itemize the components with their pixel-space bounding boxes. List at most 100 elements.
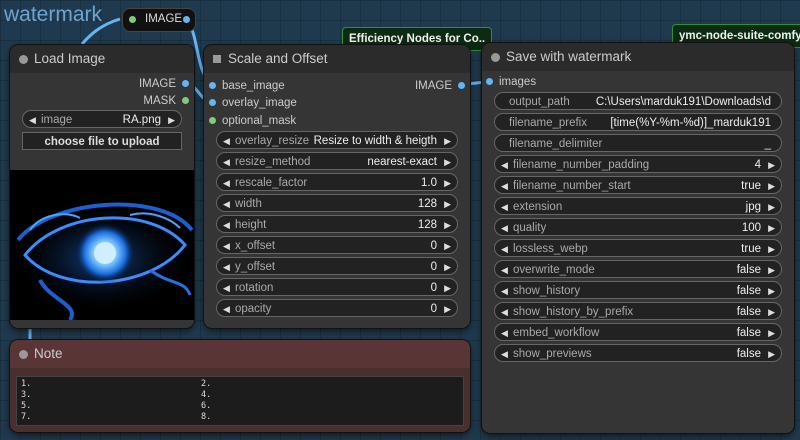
decrement-arrow-icon[interactable]: ◀	[501, 282, 508, 300]
x-offset-widget[interactable]: ◀ x_offset 0 ▶	[216, 236, 458, 254]
increment-arrow-icon[interactable]: ▶	[444, 279, 451, 297]
save-watermark-title-bar[interactable]: Save with watermark	[482, 43, 794, 71]
show-previews-widget[interactable]: ◀ show_previews false ▶	[494, 344, 782, 362]
output-image-slot[interactable]: IMAGE	[139, 77, 189, 91]
input-overlay-image-pin[interactable]	[209, 99, 216, 106]
decrement-arrow-icon[interactable]: ◀	[501, 324, 508, 342]
increment-arrow-icon[interactable]: ▶	[768, 324, 775, 342]
increment-arrow-icon[interactable]: ▶	[768, 240, 775, 258]
increment-arrow-icon[interactable]: ▶	[768, 261, 775, 279]
filename-number-padding-widget[interactable]: ◀ filename_number_padding 4 ▶	[494, 155, 782, 173]
group-title[interactable]: watermark	[4, 3, 102, 27]
increment-arrow-icon[interactable]: ▶	[768, 345, 775, 363]
node-title: Scale and Offset	[228, 51, 328, 66]
decrement-arrow-icon[interactable]: ◀	[223, 237, 230, 255]
decrement-arrow-icon[interactable]: ◀	[223, 153, 230, 171]
node-collapse-dot[interactable]	[19, 350, 28, 359]
decrement-arrow-icon[interactable]: ◀	[223, 132, 230, 150]
show-history-by-prefix-widget[interactable]: ◀ show_history_by_prefix false ▶	[494, 302, 782, 320]
increment-arrow-icon[interactable]: ▶	[768, 282, 775, 300]
increment-arrow-icon[interactable]: ▶	[768, 177, 775, 195]
increment-arrow-icon[interactable]: ▶	[444, 237, 451, 255]
image-preview	[10, 170, 194, 320]
quality-widget[interactable]: ◀ quality 100 ▶	[494, 218, 782, 236]
decrement-arrow-icon[interactable]: ◀	[223, 216, 230, 234]
decrement-arrow-icon[interactable]: ◀	[501, 198, 508, 216]
scale-offset-node[interactable]: Scale and Offset base_image overlay_imag…	[204, 45, 470, 328]
rotation-widget[interactable]: ◀ rotation 0 ▶	[216, 278, 458, 296]
decrement-arrow-icon[interactable]: ◀	[223, 195, 230, 213]
image-select-widget[interactable]: ◀ image RA.png ▶	[22, 110, 182, 128]
note-line: 5.	[21, 401, 32, 411]
decrement-arrow-icon[interactable]: ◀	[501, 261, 508, 279]
increment-arrow-icon[interactable]: ▶	[444, 216, 451, 234]
filename-prefix-field[interactable]: filename_prefix [time(%Y-%m-%d)]_marduk1…	[494, 113, 782, 131]
opacity-widget[interactable]: ◀ opacity 0 ▶	[216, 299, 458, 317]
show-history-widget[interactable]: ◀ show_history false ▶	[494, 281, 782, 299]
decrement-arrow-icon[interactable]: ◀	[29, 111, 36, 129]
increment-arrow-icon[interactable]: ▶	[768, 303, 775, 321]
rescale-factor-widget[interactable]: ◀ rescale_factor 1.0 ▶	[216, 173, 458, 191]
increment-arrow-icon[interactable]: ▶	[444, 174, 451, 192]
note-node[interactable]: Note 1. 2. 3. 4. 5. 6. 7. 8.	[10, 340, 470, 432]
decrement-arrow-icon[interactable]: ◀	[501, 177, 508, 195]
decrement-arrow-icon[interactable]: ◀	[223, 174, 230, 192]
load-image-title-bar[interactable]: Load Image	[10, 45, 194, 73]
decrement-arrow-icon[interactable]: ◀	[501, 240, 508, 258]
save-watermark-node[interactable]: Save with watermark images output_path C…	[482, 43, 794, 433]
width-widget[interactable]: ◀ width 128 ▶	[216, 194, 458, 212]
output-image-pin[interactable]	[458, 82, 465, 89]
scale-offset-title-bar[interactable]: Scale and Offset	[204, 45, 470, 73]
increment-arrow-icon[interactable]: ▶	[444, 153, 451, 171]
decrement-arrow-icon[interactable]: ◀	[501, 345, 508, 363]
increment-arrow-icon[interactable]: ▶	[768, 198, 775, 216]
decrement-arrow-icon[interactable]: ◀	[223, 279, 230, 297]
input-optional-mask-pin[interactable]	[209, 117, 216, 124]
output-image-pin[interactable]	[182, 80, 189, 87]
node-collapse-square[interactable]	[213, 55, 221, 63]
output-image-slot[interactable]: IMAGE	[415, 79, 465, 93]
lossless-webp-widget[interactable]: ◀ lossless_webp true ▶	[494, 239, 782, 257]
node-title: Load Image	[34, 51, 106, 66]
node-collapse-dot[interactable]	[19, 55, 28, 64]
increment-arrow-icon[interactable]: ▶	[768, 219, 775, 237]
increment-arrow-icon[interactable]: ▶	[444, 258, 451, 276]
decrement-arrow-icon[interactable]: ◀	[501, 156, 508, 174]
note-title-bar[interactable]: Note	[10, 340, 470, 368]
decrement-arrow-icon[interactable]: ◀	[223, 258, 230, 276]
filename-delimiter-field[interactable]: filename_delimiter _	[494, 134, 782, 152]
overwrite-mode-widget[interactable]: ◀ overwrite_mode false ▶	[494, 260, 782, 278]
load-image-node[interactable]: Load Image IMAGE MASK ◀ image RA.png ▶ c…	[10, 45, 194, 328]
overlay-resize-widget[interactable]: ◀ overlay_resize Resize to width & heigt…	[216, 131, 458, 149]
upload-button[interactable]: choose file to upload	[22, 132, 182, 150]
increment-arrow-icon[interactable]: ▶	[444, 300, 451, 318]
node-collapse-dot[interactable]	[491, 53, 500, 62]
note-text-area[interactable]: 1. 2. 3. 4. 5. 6. 7. 8.	[16, 376, 464, 426]
decrement-arrow-icon[interactable]: ◀	[223, 300, 230, 318]
note-line: 2.	[201, 379, 212, 389]
input-images-slot[interactable]: images	[486, 75, 536, 89]
output-mask-slot[interactable]: MASK	[143, 94, 189, 108]
increment-arrow-icon[interactable]: ▶	[444, 195, 451, 213]
filename-number-start-widget[interactable]: ◀ filename_number_start true ▶	[494, 176, 782, 194]
input-images-pin[interactable]	[486, 78, 493, 85]
input-base-image-slot[interactable]: base_image	[209, 79, 285, 93]
extension-widget[interactable]: ◀ extension jpg ▶	[494, 197, 782, 215]
input-base-image-pin[interactable]	[209, 82, 216, 89]
increment-arrow-icon[interactable]: ▶	[444, 132, 451, 150]
increment-arrow-icon[interactable]: ▶	[168, 111, 175, 129]
resize-method-widget[interactable]: ◀ resize_method nearest-exact ▶	[216, 152, 458, 170]
decrement-arrow-icon[interactable]: ◀	[501, 303, 508, 321]
y-offset-widget[interactable]: ◀ y_offset 0 ▶	[216, 257, 458, 275]
output-path-field[interactable]: output_path C:\Users\marduk191\Downloads…	[494, 92, 782, 110]
floating-image-output[interactable]: IMAGE	[122, 8, 196, 32]
decrement-arrow-icon[interactable]: ◀	[501, 219, 508, 237]
note-line: 1.	[21, 379, 32, 389]
output-mask-pin[interactable]	[182, 97, 189, 104]
embed-workflow-widget[interactable]: ◀ embed_workflow false ▶	[494, 323, 782, 341]
input-optional-mask-slot[interactable]: optional_mask	[209, 114, 296, 128]
note-line: 7.	[21, 412, 32, 422]
increment-arrow-icon[interactable]: ▶	[768, 156, 775, 174]
height-widget[interactable]: ◀ height 128 ▶	[216, 215, 458, 233]
input-overlay-image-slot[interactable]: overlay_image	[209, 96, 297, 110]
